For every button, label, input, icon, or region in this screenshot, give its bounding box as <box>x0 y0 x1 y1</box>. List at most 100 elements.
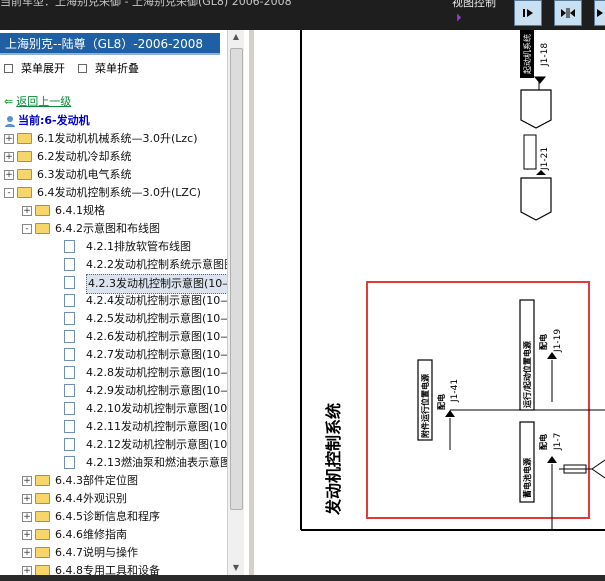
tree-item-label: 4.2.9发动机控制示意图(10—7 <box>86 384 239 397</box>
folder-icon <box>35 205 50 216</box>
tree-doc-item[interactable]: 4.2.5发动机控制示意图(10—3 <box>0 310 238 328</box>
expand-icon[interactable]: + <box>22 206 32 216</box>
tree-doc-item[interactable]: 4.2.6发动机控制示意图(10—4 <box>0 328 238 346</box>
document-icon <box>64 384 75 397</box>
tree-folder-item[interactable]: +6.4.1规格 <box>0 202 226 220</box>
tree-item-label: 4.2.4发动机控制示意图(10—2 <box>86 294 239 307</box>
tree-item-label: 4.2.8发动机控制示意图(10—6 <box>86 366 239 379</box>
tree-doc-item[interactable]: 4.2.13燃油泵和燃油表示意图 <box>0 454 231 472</box>
tree-doc-item[interactable]: 4.2.11发动机控制示意图(10— <box>0 418 238 436</box>
collapse-icon[interactable]: - <box>22 224 32 234</box>
tree-doc-item[interactable]: 4.2.2发动机控制系统示意图图 <box>0 256 235 274</box>
battery-power-label: 蓄电池电源 <box>522 458 532 498</box>
scroll-down-icon[interactable]: ▼ <box>229 561 243 575</box>
starter-system-label: 起动机系统 <box>522 34 532 74</box>
expand-icon[interactable]: + <box>4 170 14 180</box>
run-start-power-label: 运行/起动位置电源 <box>522 341 532 408</box>
tree-item-label: 4.2.2发动机控制系统示意图图 <box>86 258 235 271</box>
split-view-icon <box>561 8 575 18</box>
tree-item-label: 4.2.3发动机控制示意图(10—1 <box>86 274 243 294</box>
tree-doc-item[interactable]: 4.2.10发动机控制示意图(10— <box>0 400 238 418</box>
next-right-button[interactable] <box>594 0 605 26</box>
tree-folder-item[interactable]: +6.4.4外观识别 <box>0 490 226 508</box>
tree-item-label: 6.3发动机电气系统 <box>37 168 132 181</box>
document-icon <box>64 240 75 253</box>
tree-folder-item[interactable]: +6.2发动机冷却系统 <box>0 148 226 166</box>
next-button[interactable] <box>514 0 542 26</box>
window-title: 当前车型：上海别克荣御 - 上海别克荣御(GL8) 2006-2008 <box>0 0 292 8</box>
document-icon <box>64 258 75 271</box>
expand-icon[interactable]: + <box>4 152 14 162</box>
nav-scrollbar[interactable]: ▲ ▼ <box>227 30 244 575</box>
expand-icon[interactable]: + <box>22 512 32 522</box>
scroll-up-icon[interactable]: ▲ <box>229 30 243 44</box>
user-icon <box>5 116 15 127</box>
tree-item-label: 6.4.4外观识别 <box>55 492 127 505</box>
play-arrow-icon[interactable]: ⏵ <box>456 11 462 25</box>
tree-doc-item[interactable]: 4.2.7发动机控制示意图(10—5 <box>0 346 238 364</box>
document-icon <box>64 366 75 379</box>
highlight-box <box>366 281 590 519</box>
tree-folder-item[interactable]: +6.4.7说明与操作 <box>0 544 226 562</box>
tree-folder-item[interactable]: +6.1发动机机械系统—3.0升(Lzc) <box>0 130 226 148</box>
tree-doc-item[interactable]: 4.2.3发动机控制示意图(10—1 <box>0 274 243 294</box>
connector-j1-41: J1-41 <box>450 379 460 403</box>
expand-icon[interactable]: + <box>22 530 32 540</box>
tree-doc-item[interactable]: 4.2.8发动机控制示意图(10—6 <box>0 364 238 382</box>
status-bar <box>0 575 605 581</box>
document-icon <box>64 330 75 343</box>
folder-icon <box>35 547 50 558</box>
tree-item-label: 6.4.7说明与操作 <box>55 546 138 559</box>
tree-item-label: 6.4.5诊断信息和程序 <box>55 510 160 523</box>
folder-icon <box>35 529 50 540</box>
document-icon <box>64 276 75 289</box>
expand-icon[interactable]: + <box>22 548 32 558</box>
tree-doc-item[interactable]: 4.2.1排放软管布线图 <box>0 238 226 256</box>
connector-j1-19: J1-19 <box>553 329 563 353</box>
tree-item-label: 6.2发动机冷却系统 <box>37 150 132 163</box>
expand-icon[interactable]: + <box>22 494 32 504</box>
collapse-all-button[interactable]: 菜单折叠 <box>78 60 139 76</box>
tree-item-label: 4.2.5发动机控制示意图(10—3 <box>86 312 239 325</box>
tree-folder-item[interactable]: +6.4.5诊断信息和程序 <box>0 508 226 526</box>
folder-icon <box>35 511 50 522</box>
accessory-power-label: 附件运行位置电源 <box>420 374 430 438</box>
document-icon <box>64 348 75 361</box>
tree-folder-item[interactable]: - 6.4.2示意图和布线图 <box>0 220 226 238</box>
folder-icon <box>17 169 32 180</box>
nav-header: 上海别克--陆尊（GL8）-2006-2008 <box>0 33 220 55</box>
power-dist-label-41: 配电 <box>436 394 446 410</box>
tree-folder-item[interactable]: +6.4.3部件定位图 <box>0 472 226 490</box>
diagram-pane: 起动机系统 J1-18 配电 J1-21 发动机控制系统 附件运行位置电源 配电… <box>254 30 605 575</box>
document-icon <box>64 438 75 451</box>
tree-doc-item[interactable]: 4.2.12发动机控制示意图(10— <box>0 436 238 454</box>
expand-all-button[interactable]: 菜单展开 <box>4 60 65 76</box>
folder-icon <box>17 133 32 144</box>
tree-item-label: 4.2.10发动机控制示意图(10— <box>86 402 239 415</box>
next-right-icon <box>597 9 603 17</box>
tree-item-label: 6.4.3部件定位图 <box>55 474 138 487</box>
collapse-icon[interactable]: - <box>4 188 14 198</box>
split-view-button[interactable] <box>554 0 582 26</box>
document-icon <box>64 456 75 469</box>
tree-doc-item[interactable]: 4.2.9发动机控制示意图(10—7 <box>0 382 238 400</box>
folder-icon <box>35 223 50 234</box>
expand-icon[interactable]: + <box>22 476 32 486</box>
tree-folder-item[interactable]: - 6.4发动机控制系统—3.0升(LZC) <box>0 184 226 202</box>
view-control-label: 视图控制 <box>452 0 496 9</box>
folder-icon <box>35 475 50 486</box>
tree-item-label: 4.2.12发动机控制示意图(10— <box>86 438 239 451</box>
back-link[interactable]: ⇐ 返回上一级 <box>4 93 71 109</box>
tree-doc-item[interactable]: 4.2.4发动机控制示意图(10—2 <box>0 292 238 310</box>
system-title: 发动机控制系统 <box>324 403 343 516</box>
folder-icon <box>35 493 50 504</box>
document-icon <box>64 294 75 307</box>
tree-folder-item[interactable]: +6.4.6维修指南 <box>0 526 226 544</box>
scroll-thumb[interactable] <box>230 48 243 510</box>
tree-item-label: 4.2.1排放软管布线图 <box>86 240 191 253</box>
connector-j1-7: J1-7 <box>553 433 563 451</box>
expand-icon[interactable]: + <box>4 134 14 144</box>
document-icon <box>64 402 75 415</box>
tree-folder-item[interactable]: +6.3发动机电气系统 <box>0 166 226 184</box>
tree-item-label: 6.4.1规格 <box>55 204 105 217</box>
